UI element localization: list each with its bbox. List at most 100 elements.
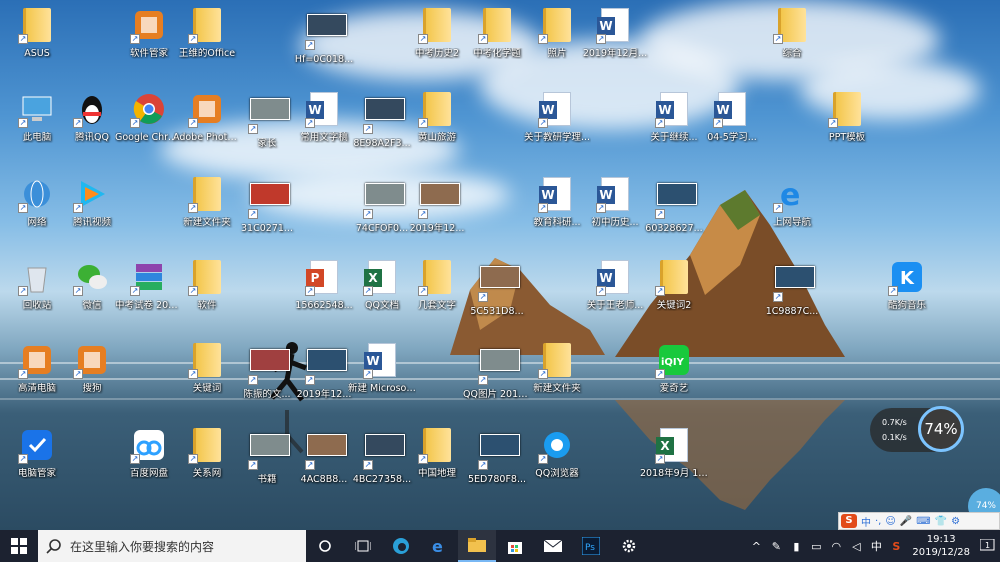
shortcut-arrow-icon: ↗	[655, 369, 665, 379]
tray-ime-lang[interactable]: 中	[868, 538, 884, 554]
taskbar-app-settings[interactable]	[610, 530, 648, 562]
folder-icon: ↗	[418, 260, 454, 296]
desktop-icon[interactable]: X↗ 2018年9月 12月 (1)	[640, 428, 708, 506]
folder-icon: ↗	[188, 428, 224, 464]
desktop-icon[interactable]: ↗ 新建文件夹	[523, 343, 591, 421]
taskbar-app-ie[interactable]: e	[420, 530, 458, 562]
desktop-icon[interactable]: ↗ 搜狗	[58, 343, 126, 421]
svg-text:1: 1	[985, 541, 990, 550]
shortcut-arrow-icon: ↗	[248, 375, 258, 385]
desktop-icon[interactable]: ↗ 5C531D8...	[463, 260, 531, 338]
desktop-icon[interactable]: ↗ 电脑管家	[3, 428, 71, 506]
desktop-icon[interactable]: ↗ 软件	[173, 260, 241, 338]
action-center-button[interactable]: 1	[976, 530, 1000, 562]
shortcut-arrow-icon: ↗	[73, 286, 83, 296]
desktop-icon[interactable]: W ↗ 2019年12月...	[581, 8, 649, 86]
desktop-icon[interactable]: iQIY ↗ 爱奇艺	[640, 343, 708, 421]
clock-date: 2019/12/28	[912, 547, 970, 558]
clock-time: 19:13	[926, 534, 956, 545]
memory-usage-ring[interactable]: 74%	[918, 406, 964, 452]
svg-text:e: e	[780, 178, 800, 211]
desktop-icon-label: Adobe Photosho...	[173, 132, 241, 143]
desktop-icon-label: Hf=0C018...	[294, 54, 354, 65]
cortana-button[interactable]	[306, 530, 344, 562]
shortcut-arrow-icon: ↗	[828, 118, 838, 128]
desktop-icon[interactable]: ↗ 2019年12...	[403, 177, 471, 255]
desktop-icon[interactable]: ↗ Hf=0C018...	[290, 8, 358, 86]
desktop-icon[interactable]: W ↗ 关于教研学理...	[523, 92, 591, 170]
desktop-icon[interactable]: ↗ 黄山旅游	[403, 92, 471, 170]
shortcut-arrow-icon: ↗	[418, 209, 428, 219]
desktop-icon[interactable]: ↗ 1C9887C...	[758, 260, 826, 338]
desktop-icon[interactable]: ↗ 31C0271...	[233, 177, 301, 255]
shortcut-arrow-icon: ↗	[538, 203, 548, 213]
battery-icon[interactable]: ▭	[808, 540, 824, 553]
skin-icon[interactable]: 👕	[935, 516, 947, 527]
ime-lang-toggle[interactable]: 中	[861, 514, 871, 529]
desktop-icon[interactable]: ↗ PPT模板	[813, 92, 881, 170]
pen-icon[interactable]: ✎	[768, 540, 784, 553]
svg-text:iQIY: iQIY	[661, 357, 685, 368]
shortcut-arrow-icon: ↗	[130, 454, 140, 464]
image-thumbnail-icon: ↗	[478, 349, 520, 385]
taskbar-app-edge-new[interactable]	[382, 530, 420, 562]
desktop-icon[interactable]: ↗ 腾讯视频	[58, 177, 126, 255]
desktop-icon[interactable]: ↗ QQ浏览器	[523, 428, 591, 506]
desktop-icon[interactable]: ↗ 关键词	[173, 343, 241, 421]
desktop-icon[interactable]: e ↗ 上网导航	[758, 177, 826, 255]
desktop-icon[interactable]: ↗ 王维的Office	[173, 8, 241, 86]
file-explorer-icon	[468, 538, 486, 552]
desktop-icon-label: 关于王老师...	[586, 300, 644, 311]
taskbar-app-mail[interactable]	[534, 530, 572, 562]
desktop-icon[interactable]: W ↗ 新建 Microsof...	[348, 343, 416, 421]
settings-icon[interactable]: ⚙	[951, 516, 960, 527]
clock[interactable]: 19:13 2019/12/28	[912, 533, 970, 559]
desktop-icon[interactable]: ↗ 60328627...	[640, 177, 708, 255]
desktop-icon[interactable]: W ↗ 初中历史...	[581, 177, 649, 255]
tray-overflow-chevron[interactable]: ^	[748, 540, 764, 553]
taskbar-app-file-explorer[interactable]	[458, 530, 496, 562]
desktop-icon[interactable]: ↗ 中国地理	[403, 428, 471, 506]
taskbar-search-box[interactable]: 在这里输入你要搜索的内容	[38, 530, 306, 562]
desktop-icon[interactable]: ↗ 中考化学题	[463, 8, 531, 86]
desktop-icon[interactable]: ↗ 几套文字	[403, 260, 471, 338]
desktop-icon[interactable]: ↗ QQ图片 2019122...	[463, 343, 531, 421]
emoji-icon[interactable]: ☺	[885, 516, 895, 527]
shortcut-arrow-icon: ↗	[418, 118, 428, 128]
application-icon: ↗	[73, 343, 109, 379]
microphone-icon[interactable]: 🎤	[900, 516, 912, 527]
desktop-icon[interactable]: W ↗ 04-5学习...	[698, 92, 766, 170]
shortcut-arrow-icon: ↗	[73, 203, 83, 213]
network-speed-widget[interactable]: 0.7K/s 0.1K/s 74%	[870, 406, 964, 452]
desktop-icon-label: 电脑管家	[17, 468, 56, 479]
desktop-icon[interactable]: ↗ 综合	[758, 8, 826, 86]
wifi-icon[interactable]: ◠	[828, 540, 844, 553]
sogou-logo-icon[interactable]: S	[841, 514, 857, 528]
desktop-icon[interactable]: ↗ 关键词2	[640, 260, 708, 338]
shortcut-arrow-icon: ↗	[713, 118, 723, 128]
desktop-icon[interactable]: ↗ 5ED780F8...	[463, 428, 531, 506]
keyboard-icon[interactable]: ⌨	[916, 516, 930, 527]
start-button[interactable]	[0, 530, 38, 562]
ime-toolbar[interactable]: S 中 ·, ☺ 🎤 ⌨ 👕 ⚙	[838, 512, 1000, 530]
desktop-icon[interactable]: ↗ 新建文件夹	[173, 177, 241, 255]
desktop-icon[interactable]: ↗ 中考历史2	[403, 8, 471, 86]
shortcut-arrow-icon: ↗	[305, 40, 315, 50]
folder-icon: ↗	[538, 343, 574, 379]
volume-icon[interactable]: ◁	[848, 540, 864, 553]
desktop-icon[interactable]: ↗ ASUS	[3, 8, 71, 86]
desktop-icon-label: 5C531D8...	[470, 306, 524, 317]
task-view-button[interactable]	[344, 530, 382, 562]
taskbar-app-store[interactable]	[496, 530, 534, 562]
desktop-icon[interactable]: ↗ 关系网	[173, 428, 241, 506]
desktop-icon[interactable]: K ↗ 酷狗音乐	[873, 260, 941, 338]
sogou-tray-icon[interactable]: S	[888, 540, 904, 553]
taskbar-app-photoshop[interactable]: Ps	[572, 530, 610, 562]
desktop-icon-label: 中考化学题	[473, 48, 521, 59]
desktop-icon[interactable]: ↗ Adobe Photosho...	[173, 92, 241, 170]
word-document-icon: W ↗	[713, 92, 749, 128]
desktop-icon[interactable]: W ↗ 关于王老师...	[581, 260, 649, 338]
shortcut-arrow-icon: ↗	[18, 118, 28, 128]
usb-icon[interactable]: ▮	[788, 540, 804, 553]
punctuation-icon[interactable]: ·,	[875, 516, 881, 527]
